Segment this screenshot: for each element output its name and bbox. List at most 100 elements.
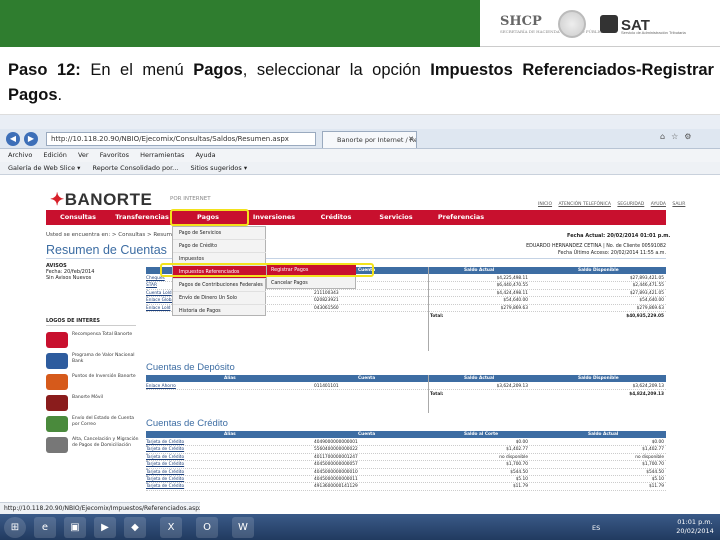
menu-archivo[interactable]: Archivo [8,151,32,159]
col-cuenta: Cuenta [358,432,376,437]
browser-tab[interactable]: Banorte por Internet / Resu... [322,131,417,148]
window-controls[interactable]: ⌂☆⚙ [660,132,697,141]
mexico-seal-icon [558,10,586,38]
available-balance: no disponible [635,454,664,460]
account-alias[interactable]: Tarjeta de Crédito [146,461,184,468]
column-divider [428,267,429,351]
outlook-taskbar-icon[interactable]: O [196,517,218,538]
language-indicator[interactable]: ES [592,524,600,532]
forward-icon[interactable]: ▶ [24,132,38,146]
table-row: Tarjeta de Crédito 4045000000000057 $1,700… [146,461,666,469]
table-row: Tarjeta de Crédito 4045000000000011 $5.10 $… [146,476,666,484]
toplink-seguridad[interactable]: SEGURIDAD [617,202,644,207]
folder-taskbar-icon[interactable]: ▣ [64,517,86,538]
nav-inversiones[interactable]: Inversiones [242,210,306,225]
account-number: 4045000000000010 [314,469,358,475]
fav-reporte[interactable]: Reporte Consolidado por... [93,164,179,172]
available-balance: $27,893,421.05 [629,290,664,296]
promo-logo-icon [46,416,68,432]
account-number: 4049000000000001 [314,440,358,445]
media-taskbar-icon[interactable]: ▶ [94,517,116,538]
menu-ayuda[interactable]: Ayuda [195,151,215,159]
nav-servicios[interactable]: Servicios [366,210,426,225]
banorte-logo: ✦BANORTE [50,190,153,209]
current-balance: $1,700.70 [506,462,528,468]
tab-close-icon[interactable]: ✕ [408,135,414,143]
promo-logo-icon [46,437,68,453]
instruction-fragment: En el menú [80,61,194,79]
sidebar-link[interactable]: Programa de Valor Nacional Bank [46,351,141,371]
banorte-page: ✦BANORTE POR INTERNET INICIO ATENCIÓN TE… [0,176,720,516]
account-number: 4011700000001247 [314,454,358,460]
excel-taskbar-icon[interactable]: X [160,517,182,538]
submenu-cancelar-pagos[interactable]: Cancelar Pagos [267,277,356,290]
account-alias[interactable]: Enlace Ahorro [146,383,176,390]
menu-item-pago-servicios[interactable]: Pago de Servicios [173,227,266,240]
menu-item-contribuciones[interactable]: Pagos de Contribuciones Federales [173,279,266,292]
menu-name: Pagos [193,61,243,79]
account-alias[interactable]: Tarjeta de Crédito [146,454,184,461]
sidebar-link-label: Alta, Cancelación y Migración de Pagos d… [72,437,139,448]
fav-sitios[interactable]: Sitios sugeridos ▾ [190,164,247,172]
sidebar-link[interactable]: Recompensa Total Banorte [46,330,141,350]
sidebar-link[interactable]: Envío del Estado de Cuenta por Correo [46,414,141,434]
slide: SHCP SECRETARÍA DE HACIENDA Y CRÉDITO PÚB… [0,0,720,540]
url-input[interactable]: http://10.118.20.90/NBIO/Ejecomix/Consul… [46,132,316,146]
toplink-atencion[interactable]: ATENCIÓN TELEFÓNICA [558,202,610,207]
app-taskbar-icon[interactable]: ◆ [124,517,146,538]
menu-ver[interactable]: Ver [78,151,89,159]
status-bar: http://10.118.20.90/NBIO/Ejecomix/Impues… [0,502,200,514]
col-saldo-actual: Saldo Actual [588,432,619,437]
account-alias[interactable]: STAR [146,282,157,289]
current-balance: $544.50 [510,469,528,475]
account-alias[interactable]: Tarjeta de Crédito [146,469,184,476]
account-alias[interactable]: Cuenta Lold [146,290,172,297]
available-balance: $2,446,471.55 [632,283,664,289]
col-saldo-disponible: Saldo Disponible [578,268,619,273]
available-balance: $544.50 [646,469,664,475]
ie-taskbar-icon[interactable]: e [34,517,56,538]
menu-item-pago-credito[interactable]: Pago de Crédito [173,240,266,253]
nav-preferencias[interactable]: Preferencias [426,210,496,225]
table-row: Enlace Ahorro 011401101 $3,624,209.13 $3,62… [146,383,666,391]
account-alias[interactable]: Tarjeta de Crédito [146,483,184,490]
back-icon[interactable]: ◀ [6,132,20,146]
account-alias[interactable]: Tarjeta de Crédito [146,446,184,453]
menu-edicion[interactable]: Edición [43,151,67,159]
col-alias: Alias [224,376,236,381]
logos-title: LOGOS DE INTERES [46,318,100,324]
table-row: Tarjeta de Crédito 4011700000001247 no dis… [146,454,666,462]
nav-transferencias[interactable]: Transferencias [110,210,174,225]
available-balance: $1,700.70 [642,462,664,468]
toplink-salir[interactable]: SALIR [672,202,685,207]
sidebar-link-label: Banorte Móvil [72,395,104,400]
nav-consultas[interactable]: Consultas [46,210,110,225]
total-value: $4,824,209.13 [629,392,664,398]
fav-webslice[interactable]: Galería de Web Slice ▾ [8,164,80,172]
sidebar-link[interactable]: Alta, Cancelación y Migración de Pagos d… [46,435,141,455]
sidebar-link[interactable]: Banorte Móvil [46,393,141,413]
word-taskbar-icon[interactable]: W [232,517,254,538]
menu-item-envio-dinero[interactable]: Envío de Dinero Un Solo [173,292,266,305]
sidebar-link[interactable]: Puntos de Inversión Banorte [46,372,141,392]
available-balance: $279,869.63 [636,305,664,311]
toplink-ayuda[interactable]: AYUDA [651,202,666,207]
menu-item-historia-pagos[interactable]: Historia de Pagos [173,305,266,318]
account-alias[interactable]: Tarjeta de Crédito [146,439,184,446]
table-row: Tarjeta de Crédito 4913600000141129 $11.79… [146,483,666,491]
available-balance: $1,402.77 [642,447,664,453]
account-number: 020823921 [314,298,339,304]
account-number: 043061560 [314,305,339,311]
account-alias[interactable]: Tarjeta de Crédito [146,476,184,483]
account-alias[interactable]: Enlace Global [146,297,175,304]
nav-creditos[interactable]: Créditos [306,210,366,225]
account-alias[interactable]: Enlace Lold [146,305,171,312]
menu-herramientas[interactable]: Herramientas [140,151,184,159]
menu-favoritos[interactable]: Favoritos [100,151,129,159]
deposito-table-header: Alias Cuenta Saldo Actual Saldo Disponib… [146,375,666,382]
sidebar-link-label: Programa de Valor Nacional Bank [72,353,135,364]
favorites-bar: Galería de Web Slice ▾ Reporte Consolida… [0,162,720,175]
start-button[interactable]: ⊞ [4,517,26,538]
current-balance: $54,640.00 [503,298,528,304]
toplink-inicio[interactable]: INICIO [538,202,552,207]
